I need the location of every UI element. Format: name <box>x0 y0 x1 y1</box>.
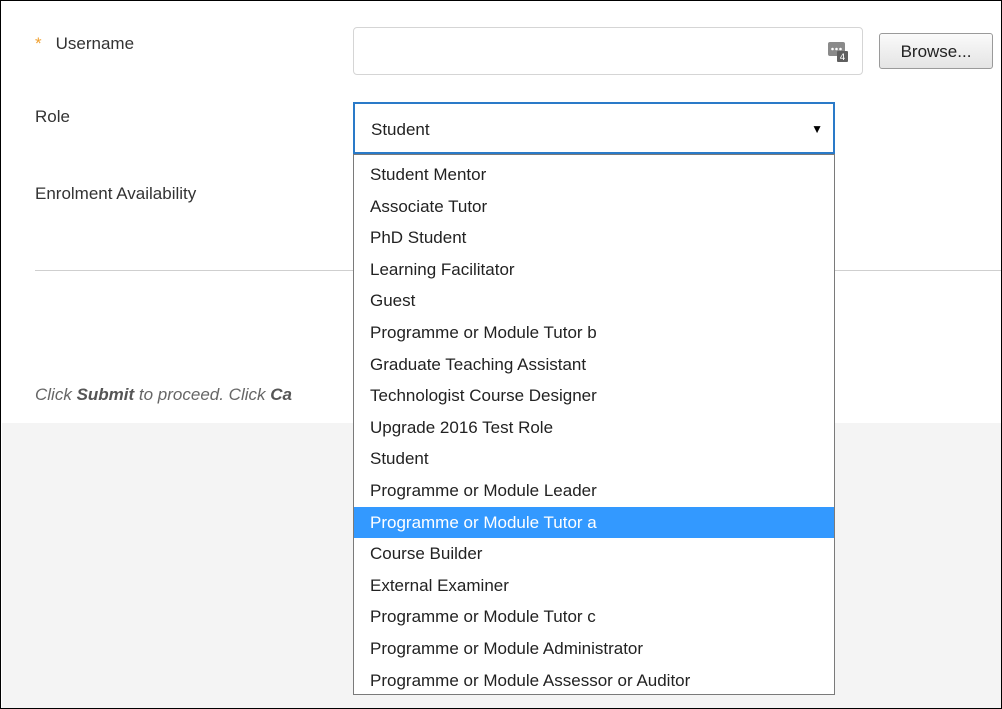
role-option[interactable]: Upgrade 2016 Test Role <box>354 412 834 444</box>
role-option[interactable]: Associate Tutor <box>354 191 834 223</box>
role-option[interactable]: Technologist Course Designer <box>354 380 834 412</box>
role-option[interactable]: Student Mentor <box>354 159 834 191</box>
user-picker-icon[interactable]: 4 <box>828 40 848 62</box>
role-option[interactable]: Programme or Module Leader <box>354 475 834 507</box>
role-select[interactable]: Student ▼ <box>353 102 835 154</box>
form-frame: * Username 4 Browse... Role Enrolment Ava… <box>0 0 1002 709</box>
browse-button[interactable]: Browse... <box>879 33 993 69</box>
instructions-part2: to proceed. Click <box>134 385 271 404</box>
role-option[interactable]: Guest <box>354 285 834 317</box>
username-label: * Username <box>35 34 134 54</box>
role-option[interactable]: Student <box>354 443 834 475</box>
chevron-down-icon[interactable]: ▼ <box>811 122 823 136</box>
role-option[interactable]: Course Builder <box>354 538 834 570</box>
required-indicator: * <box>35 34 42 53</box>
instructions-part1: Click <box>35 385 77 404</box>
username-label-text: Username <box>55 34 135 53</box>
role-options-list[interactable]: Student Mentor Associate Tutor PhD Student… <box>353 154 835 695</box>
instructions-text: Click Submit to proceed. Click Ca <box>35 385 292 405</box>
role-option[interactable]: Learning Facilitator <box>354 254 834 286</box>
role-option[interactable]: Programme or Module Assessor or Auditor <box>354 665 834 697</box>
role-label: Role <box>35 107 70 126</box>
role-option[interactable]: Programme or Module Administrator <box>354 633 834 665</box>
role-option[interactable]: External Examiner <box>354 570 834 602</box>
username-input[interactable]: 4 <box>353 27 863 75</box>
role-option[interactable]: Graduate Teaching Assistant <box>354 349 834 381</box>
svg-text:4: 4 <box>840 53 846 62</box>
cancel-keyword: Ca <box>270 385 292 404</box>
submit-keyword: Submit <box>76 385 135 404</box>
role-selected-value: Student <box>371 120 430 139</box>
role-option[interactable]: Programme or Module Tutor c <box>354 601 834 633</box>
role-option[interactable]: Programme or Module Tutor a <box>354 506 834 539</box>
role-option[interactable]: PhD Student <box>354 222 834 254</box>
enrolment-availability-label: Enrolment Availability <box>35 184 197 203</box>
role-option[interactable]: Programme or Module Tutor b <box>354 317 834 349</box>
